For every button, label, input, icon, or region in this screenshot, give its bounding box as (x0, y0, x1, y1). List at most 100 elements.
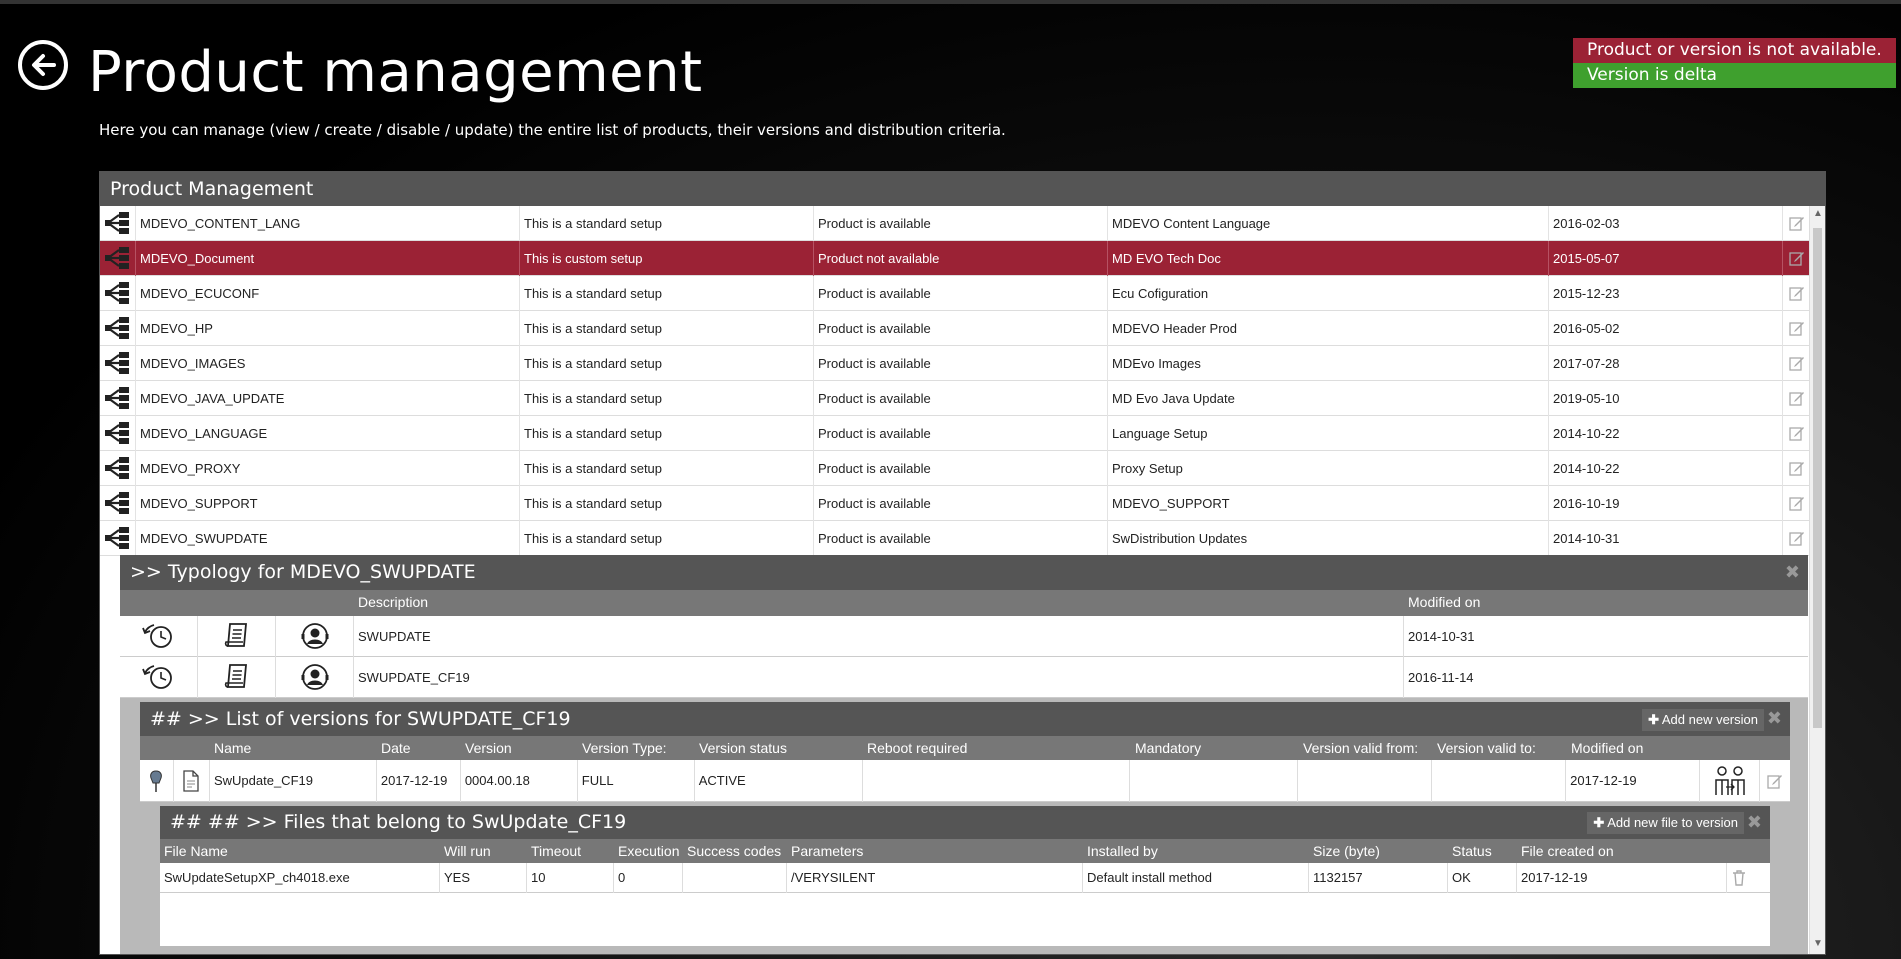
ver-col-reboot: Reboot required (867, 740, 968, 756)
product-tree-icon[interactable] (100, 415, 136, 451)
user-icon[interactable] (276, 656, 354, 698)
file-col-timeout: Timeout (531, 843, 582, 859)
product-tree-icon[interactable] (100, 240, 136, 276)
ver-col-date: Date (381, 740, 411, 756)
clock-history-icon[interactable] (120, 615, 198, 657)
typology-row[interactable]: SWUPDATE 2014-10-31 (120, 615, 1808, 657)
product-row[interactable]: MDEVO_CONTENT_LANG This is a standard set… (100, 205, 1811, 241)
product-setup: This is a standard setup (520, 205, 814, 241)
file-created: 2017-12-19 (1517, 862, 1727, 893)
typology-row[interactable]: SWUPDATE_CF19 2016-11-14 (120, 656, 1808, 698)
page-title: Product management (88, 40, 703, 105)
product-tree-icon[interactable] (100, 520, 136, 556)
edit-icon[interactable] (1783, 486, 1811, 521)
file-col-installed-by: Installed by (1087, 843, 1158, 859)
version-row[interactable]: SwUpdate_CF19 2017-12-19 0004.00.18 FULL… (140, 759, 1790, 802)
edit-icon[interactable] (1783, 241, 1811, 276)
versions-panel: ## >> List of versions for SWUPDATE_CF19… (140, 702, 1790, 954)
version-status: ACTIVE (695, 759, 863, 802)
product-row[interactable]: MDEVO_SWUPDATE This is a standard setup Pr… (100, 520, 1811, 556)
edit-icon[interactable] (1783, 311, 1811, 346)
ver-col-valid-to: Version valid to: (1437, 740, 1536, 756)
product-date: 2014-10-31 (1549, 520, 1783, 556)
product-row[interactable]: MDEVO_LANGUAGE This is a standard setup Pr… (100, 415, 1811, 451)
product-label: MDEVO_SUPPORT (1108, 485, 1549, 521)
product-name: MDEVO_SWUPDATE (136, 520, 520, 556)
product-management-panel: Product Management MDEVO_CONTENT_LANG Thi… (99, 171, 1826, 955)
product-tree-icon[interactable] (100, 205, 136, 241)
add-new-version-button[interactable]: ✚ Add new version (1642, 709, 1764, 731)
clock-history-icon[interactable] (120, 656, 198, 698)
panel-title: Product Management (100, 172, 1825, 206)
close-icon[interactable]: ✖ (1785, 555, 1800, 590)
close-icon[interactable]: ✖ (1747, 806, 1762, 839)
back-button[interactable] (18, 40, 68, 90)
pin-icon[interactable] (140, 759, 174, 802)
edit-icon[interactable] (1783, 276, 1811, 311)
scrollbar-thumb[interactable] (1813, 228, 1822, 728)
file-parameters: /VERYSILENT (787, 862, 1083, 893)
versions-column-headers: Name Date Version Version Type: Version … (140, 736, 1790, 760)
product-date: 2014-10-22 (1549, 450, 1783, 486)
edit-icon[interactable] (1783, 521, 1811, 556)
version-mandatory (1130, 759, 1299, 802)
product-availability: Product is available (814, 310, 1108, 346)
user-icon[interactable] (276, 615, 354, 657)
product-label: Proxy Setup (1108, 450, 1549, 486)
plus-icon: ✚ (1648, 712, 1659, 727)
edit-icon[interactable] (1783, 416, 1811, 451)
product-availability: Product is available (814, 450, 1108, 486)
trash-icon[interactable] (1727, 863, 1751, 893)
file-status: OK (1448, 862, 1517, 893)
panel-scrollbar[interactable]: ▲ ▼ (1809, 206, 1825, 954)
close-icon[interactable]: ✖ (1767, 702, 1782, 736)
product-setup: This is a standard setup (520, 310, 814, 346)
edit-icon[interactable] (1783, 451, 1811, 486)
product-tree-icon[interactable] (100, 310, 136, 346)
product-availability: Product is available (814, 380, 1108, 416)
edit-icon[interactable] (1783, 346, 1811, 381)
product-tree-icon[interactable] (100, 345, 136, 381)
typology-description: SWUPDATE (354, 615, 1404, 657)
version-date: 2017-12-19 (377, 759, 461, 802)
product-availability: Product is available (814, 520, 1108, 556)
files-list: SwUpdateSetupXP_ch4018.exe YES 10 0 /VER… (160, 862, 1770, 946)
list-document-icon[interactable] (198, 656, 276, 698)
product-label: MDEVO Header Prod (1108, 310, 1549, 346)
product-availability: Product not available (814, 240, 1108, 276)
product-tree-icon[interactable] (100, 275, 136, 311)
scroll-up-icon[interactable]: ▲ (1810, 208, 1825, 222)
ver-col-version: Version (465, 740, 512, 756)
ver-col-name: Name (214, 740, 252, 756)
edit-icon[interactable] (1783, 206, 1811, 241)
list-document-icon[interactable] (198, 615, 276, 657)
product-tree-icon[interactable] (100, 450, 136, 486)
users-icon[interactable] (1700, 759, 1761, 802)
typology-panel: >> Typology for MDEVO_SWUPDATE ✖ Descrip… (120, 555, 1808, 954)
product-row[interactable]: MDEVO_PROXY This is a standard setup Produ… (100, 450, 1811, 486)
add-new-file-button[interactable]: ✚ Add new file to version (1587, 812, 1744, 834)
product-row[interactable]: MDEVO_JAVA_UPDATE This is a standard setu… (100, 380, 1811, 416)
product-availability: Product is available (814, 275, 1108, 311)
product-tree-icon[interactable] (100, 485, 136, 521)
window-top-edge (0, 0, 1901, 4)
product-availability: Product is available (814, 485, 1108, 521)
product-tree-icon[interactable] (100, 380, 136, 416)
product-row[interactable]: MDEVO_HP This is a standard setup Product … (100, 310, 1811, 346)
product-date: 2016-10-19 (1549, 485, 1783, 521)
version-type: FULL (578, 759, 695, 802)
product-row[interactable]: MDEVO_SUPPORT This is a standard setup Pro… (100, 485, 1811, 521)
add-new-version-label: Add new version (1661, 712, 1758, 727)
file-row[interactable]: SwUpdateSetupXP_ch4018.exe YES 10 0 /VER… (160, 862, 1770, 893)
edit-icon[interactable] (1783, 381, 1811, 416)
edit-icon[interactable] (1760, 760, 1790, 802)
document-icon[interactable] (174, 759, 210, 802)
product-row[interactable]: MDEVO_Document This is custom setup Produc… (100, 240, 1811, 276)
file-success-codes (683, 862, 787, 893)
file-name: SwUpdateSetupXP_ch4018.exe (160, 862, 440, 893)
product-row[interactable]: MDEVO_ECUCONF This is a standard setup Pro… (100, 275, 1811, 311)
product-row[interactable]: MDEVO_IMAGES This is a standard setup Prod… (100, 345, 1811, 381)
status-legend: Product or version is not available. Ver… (1573, 38, 1896, 88)
product-label: MD EVO Tech Doc (1108, 240, 1549, 276)
scroll-down-icon[interactable]: ▼ (1810, 938, 1825, 952)
